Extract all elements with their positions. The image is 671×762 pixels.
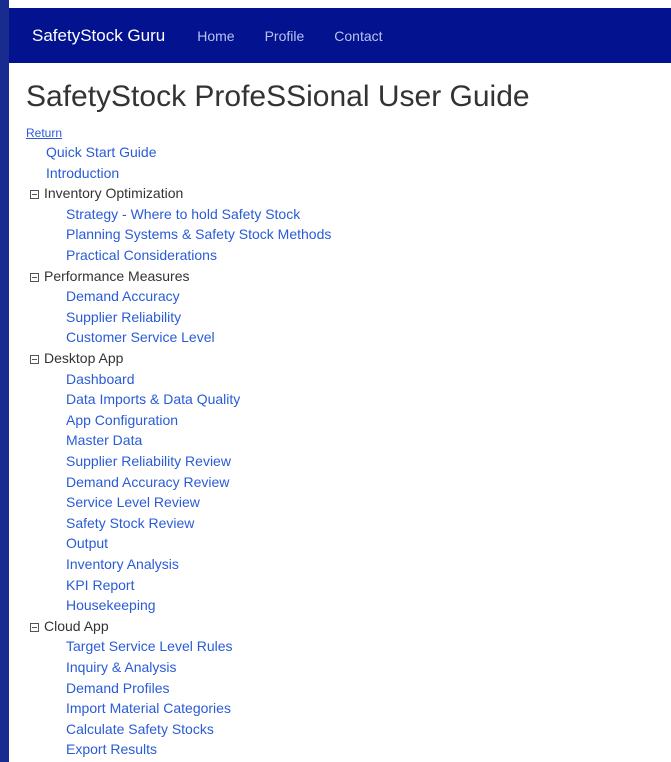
toc-item-safety-stock-review[interactable]: Safety Stock Review bbox=[66, 515, 194, 531]
toc-item-master-data[interactable]: Master Data bbox=[66, 432, 142, 448]
toc-item-export-results[interactable]: Export Results bbox=[66, 741, 157, 757]
nav-contact[interactable]: Contact bbox=[334, 28, 382, 44]
collapse-toggle-icon[interactable] bbox=[30, 272, 39, 282]
toc-item-calculate-safety-stocks[interactable]: Calculate Safety Stocks bbox=[66, 721, 214, 737]
toc-item-inventory-analysis[interactable]: Inventory Analysis bbox=[66, 556, 179, 572]
toc-section-label: Inventory Optimization bbox=[44, 185, 184, 201]
toc-item-demand-profiles[interactable]: Demand Profiles bbox=[66, 680, 170, 696]
toc-item-demand-accuracy-review[interactable]: Demand Accuracy Review bbox=[66, 474, 229, 490]
toc-item-inquiry-analysis[interactable]: Inquiry & Analysis bbox=[66, 659, 177, 675]
toc-section-label: Cloud App bbox=[44, 618, 109, 634]
toc-item-strategy-where-to-hold-safety-stock[interactable]: Strategy - Where to hold Safety Stock bbox=[66, 206, 300, 222]
toc-item-demand-accuracy[interactable]: Demand Accuracy bbox=[66, 288, 180, 304]
collapse-toggle-icon[interactable] bbox=[30, 622, 39, 632]
toc-item-dashboard[interactable]: Dashboard bbox=[66, 371, 135, 387]
toc-item-import-material-categories[interactable]: Import Material Categories bbox=[66, 700, 231, 716]
toc-item-planning-systems-safety-stock-methods[interactable]: Planning Systems & Safety Stock Methods bbox=[66, 226, 331, 242]
nav-profile[interactable]: Profile bbox=[265, 28, 305, 44]
toc-item-kpi-report[interactable]: KPI Report bbox=[66, 577, 134, 593]
toc-item-customer-service-level[interactable]: Customer Service Level bbox=[66, 329, 215, 345]
toc-section-label: Desktop App bbox=[44, 350, 124, 366]
toc-section-performance-measures: Performance Measures bbox=[30, 268, 190, 284]
toc-item-supplier-reliability[interactable]: Supplier Reliability bbox=[66, 309, 181, 325]
toc-item-supplier-reliability-review[interactable]: Supplier Reliability Review bbox=[66, 453, 231, 469]
page-title: SafetyStock ProfeSSional User Guide bbox=[26, 80, 530, 113]
toc-section-inventory-optimization: Inventory Optimization bbox=[30, 185, 183, 201]
toc-item-introduction[interactable]: Introduction bbox=[46, 165, 119, 181]
brand-link[interactable]: SafetyStock Guru bbox=[32, 26, 165, 46]
toc-section-desktop-app: Desktop App bbox=[30, 350, 123, 366]
toc-section-label: Performance Measures bbox=[44, 268, 190, 284]
nav-home[interactable]: Home bbox=[197, 28, 234, 44]
toc-item-practical-considerations[interactable]: Practical Considerations bbox=[66, 247, 217, 263]
toc-section-cloud-app: Cloud App bbox=[30, 618, 109, 634]
navbar: SafetyStock Guru Home Profile Contact bbox=[9, 8, 671, 63]
return-link[interactable]: Return bbox=[26, 126, 62, 140]
toc-item-quick-start-guide[interactable]: Quick Start Guide bbox=[46, 144, 157, 160]
toc-item-output[interactable]: Output bbox=[66, 535, 108, 551]
collapse-toggle-icon[interactable] bbox=[30, 354, 39, 364]
toc-item-data-imports-data-quality[interactable]: Data Imports & Data Quality bbox=[66, 391, 240, 407]
toc-item-app-configuration[interactable]: App Configuration bbox=[66, 412, 178, 428]
top-strip bbox=[9, 0, 671, 8]
toc-item-housekeeping[interactable]: Housekeeping bbox=[66, 597, 156, 613]
toc-item-service-level-review[interactable]: Service Level Review bbox=[66, 494, 200, 510]
toc-item-target-service-level-rules[interactable]: Target Service Level Rules bbox=[66, 638, 233, 654]
collapse-toggle-icon[interactable] bbox=[30, 189, 39, 199]
